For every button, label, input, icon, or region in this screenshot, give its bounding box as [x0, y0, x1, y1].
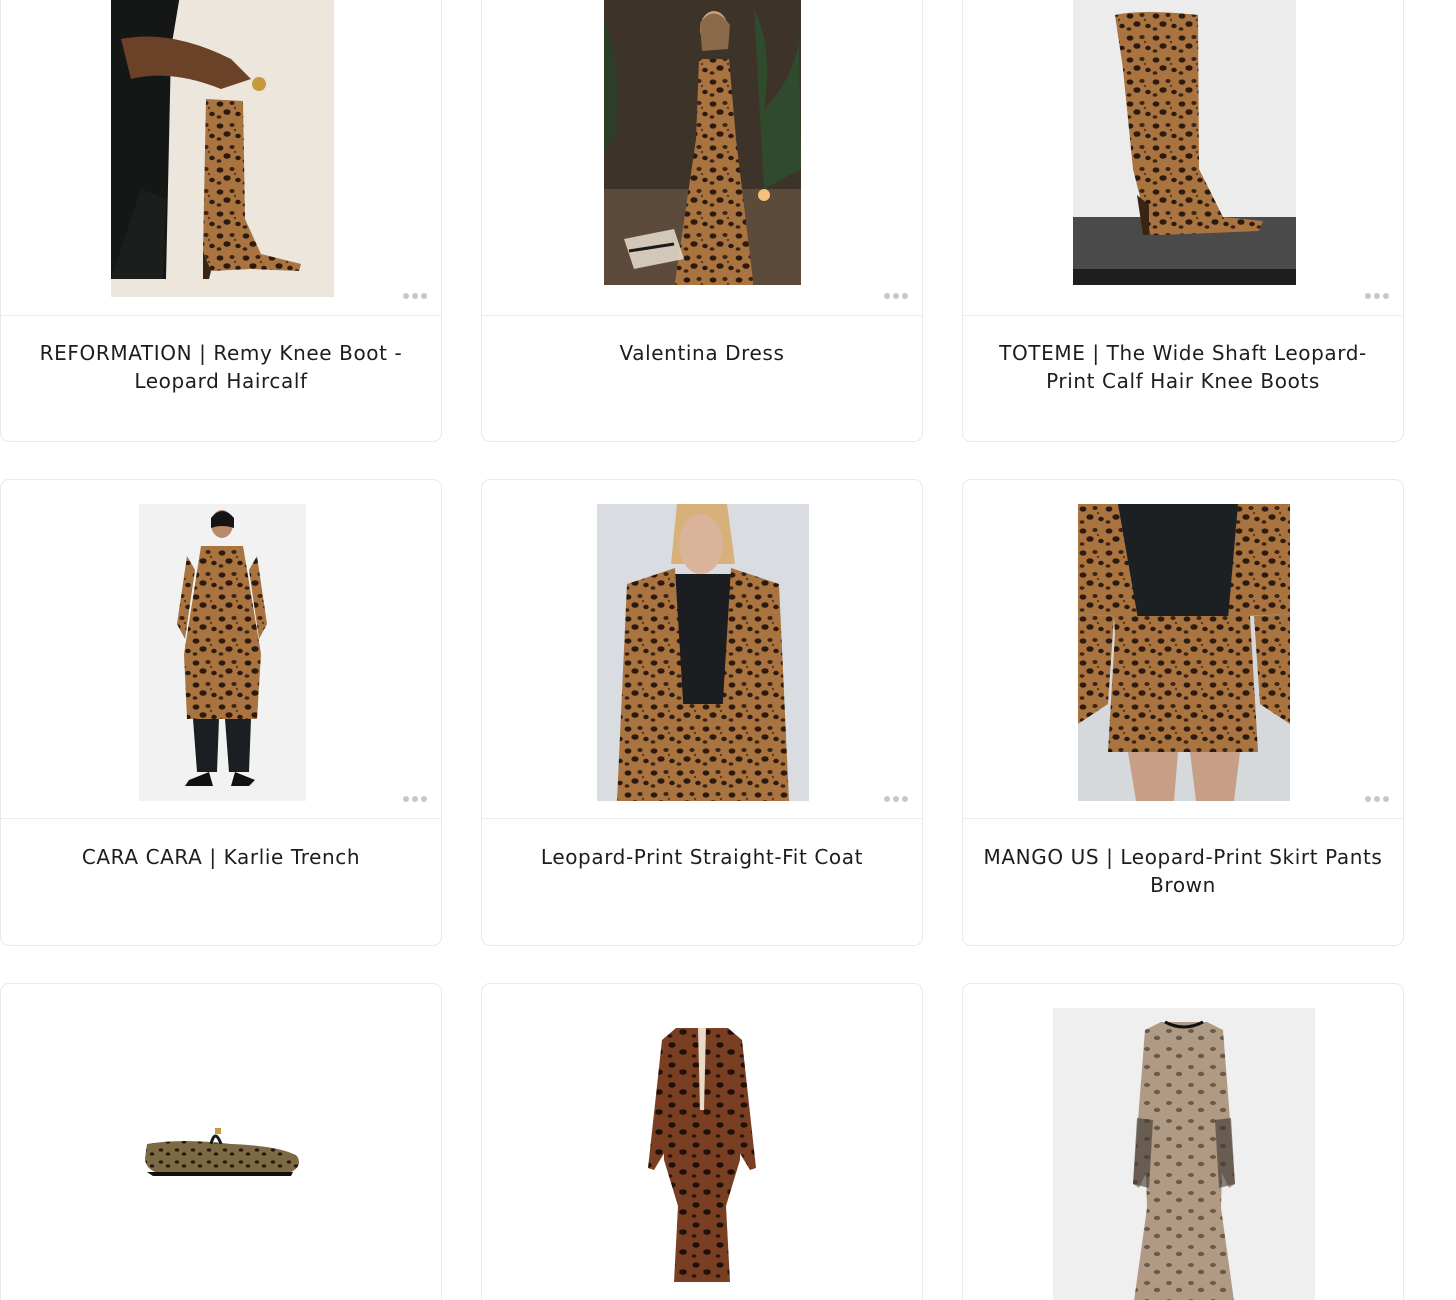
product-card[interactable]: MANGO US | Leopard-Print Skirt Pants Bro…	[962, 479, 1404, 946]
leopard-mesh-maxi-dress-photo[interactable]	[1053, 1008, 1315, 1300]
product-image-area[interactable]	[482, 984, 922, 1300]
product-grid: REFORMATION | Remy Knee Boot - Leopard H…	[0, 0, 1456, 1300]
leopard-knee-boot-photo[interactable]	[111, 0, 334, 297]
leopard-midi-dress-photo[interactable]	[642, 1020, 762, 1290]
product-title[interactable]: Leopard-Print Straight-Fit Coat	[502, 843, 902, 871]
leopard-slip-gown-photo[interactable]	[604, 0, 801, 297]
product-title[interactable]: Valentina Dress	[502, 339, 902, 367]
product-card[interactable]: REFORMATION | Remy Knee Boot - Leopard H…	[0, 0, 442, 442]
product-title[interactable]: CARA CARA | Karlie Trench	[21, 843, 421, 871]
card-divider	[963, 315, 1403, 316]
more-options-icon[interactable]	[1365, 293, 1391, 301]
product-card[interactable]: CARA CARA | Karlie Trench	[0, 479, 442, 946]
product-image-area[interactable]	[1, 0, 441, 315]
card-divider	[963, 818, 1403, 819]
leopard-ballet-flat-photo[interactable]	[141, 1122, 305, 1182]
product-title[interactable]: TOTEME | The Wide Shaft Leopard-Print Ca…	[983, 339, 1383, 395]
card-divider	[482, 818, 922, 819]
leopard-trench-photo[interactable]	[139, 504, 306, 801]
card-divider	[1, 315, 441, 316]
product-card[interactable]	[0, 983, 442, 1300]
product-card[interactable]	[481, 983, 923, 1300]
more-options-icon[interactable]	[1365, 796, 1391, 804]
product-image-area[interactable]	[482, 0, 922, 315]
product-image-area[interactable]	[963, 984, 1403, 1300]
leopard-skirt-pants-photo[interactable]	[1078, 504, 1290, 801]
product-image-area[interactable]	[482, 480, 922, 818]
more-options-icon[interactable]	[403, 293, 429, 301]
product-image-area[interactable]	[963, 480, 1403, 818]
product-title[interactable]: MANGO US | Leopard-Print Skirt Pants Bro…	[983, 843, 1383, 899]
card-divider	[482, 315, 922, 316]
product-card[interactable]: Valentina Dress	[481, 0, 923, 442]
leopard-calf-hair-boot-photo[interactable]	[1073, 0, 1296, 297]
more-options-icon[interactable]	[884, 293, 910, 301]
product-image-area[interactable]	[1, 480, 441, 818]
product-card[interactable]: Leopard-Print Straight-Fit Coat	[481, 479, 923, 946]
more-options-icon[interactable]	[884, 796, 910, 804]
leopard-coat-photo[interactable]	[597, 504, 809, 801]
product-image-area[interactable]	[1, 984, 441, 1300]
card-divider	[1, 818, 441, 819]
product-image-area[interactable]	[963, 0, 1403, 315]
product-card[interactable]: TOTEME | The Wide Shaft Leopard-Print Ca…	[962, 0, 1404, 442]
product-card[interactable]	[962, 983, 1404, 1300]
more-options-icon[interactable]	[403, 796, 429, 804]
product-title[interactable]: REFORMATION | Remy Knee Boot - Leopard H…	[21, 339, 421, 395]
